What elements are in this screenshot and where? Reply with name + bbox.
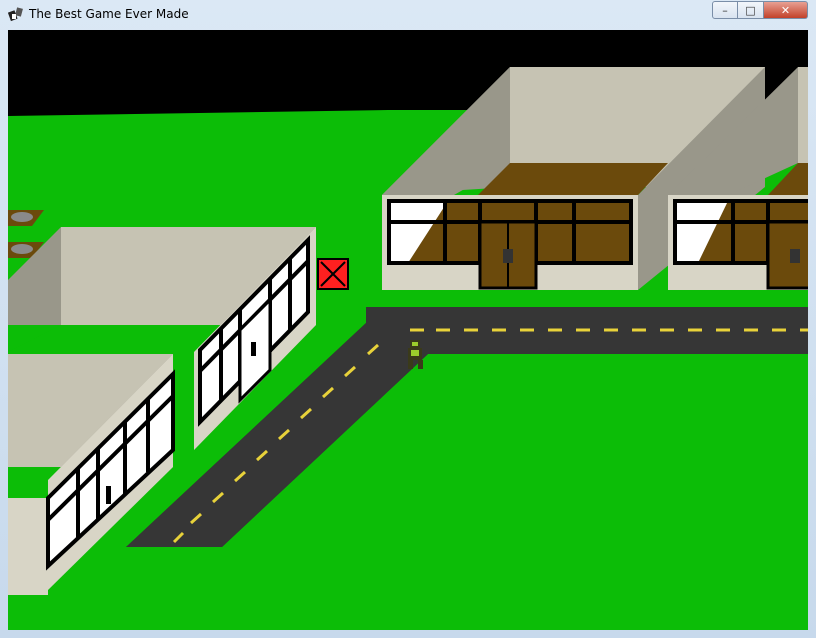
close-button[interactable]: ✕	[764, 1, 808, 19]
close-icon: ✕	[780, 3, 791, 17]
minimize-button[interactable]: –	[712, 1, 738, 19]
maximize-button[interactable]: □	[738, 1, 764, 19]
window-title: The Best Game Ever Made	[29, 7, 189, 21]
minimize-icon: –	[722, 3, 728, 17]
app-icon	[8, 7, 23, 22]
title-bar[interactable]: The Best Game Ever Made – □ ✕	[0, 0, 816, 30]
game-scene	[8, 30, 808, 630]
game-viewport[interactable]	[8, 30, 808, 630]
game-window: The Best Game Ever Made – □ ✕	[0, 0, 816, 638]
maximize-icon: □	[745, 3, 756, 17]
window-controls: – □ ✕	[712, 1, 808, 20]
crate-icon[interactable]	[317, 258, 349, 290]
